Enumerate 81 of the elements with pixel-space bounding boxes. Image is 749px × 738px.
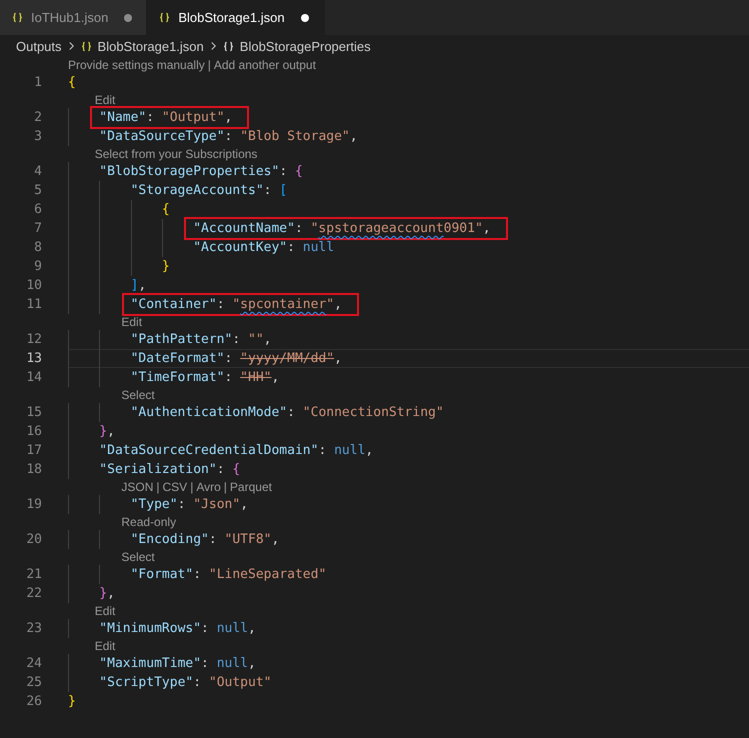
line-number: 10 xyxy=(25,278,42,293)
braces-icon xyxy=(222,40,234,52)
code-line: "Name": "Output", xyxy=(99,110,232,125)
code-line: "Format": "LineSeparated" xyxy=(130,567,326,582)
line-number: 26 xyxy=(25,694,42,709)
code-line: { xyxy=(162,202,170,217)
code-lens-link[interactable]: Read-only xyxy=(121,515,176,529)
code-line: "ScriptType": "Output" xyxy=(99,675,272,690)
breadcrumb-item[interactable]: Outputs xyxy=(16,38,62,54)
line-number: 18 xyxy=(25,462,42,477)
code-lens-link[interactable]: Edit xyxy=(121,315,142,329)
line-number: 19 xyxy=(25,497,42,512)
code-line: "AccountKey": null xyxy=(193,240,334,255)
line-number: 22 xyxy=(25,586,42,601)
code-lens-link[interactable]: Edit xyxy=(94,93,116,107)
code-line: "Container": "spcontainer", xyxy=(130,297,342,312)
line-number: 8 xyxy=(33,240,42,255)
code-lens-link[interactable]: Edit xyxy=(94,604,116,618)
code-lens-link[interactable]: Select xyxy=(121,550,155,564)
line-number: 21 xyxy=(25,567,42,582)
code-line: "DateFormat": "yyyy/MM/dd", xyxy=(130,351,342,366)
json-file-icon xyxy=(159,12,170,23)
breadcrumb-item[interactable]: BlobStorageProperties xyxy=(222,38,371,54)
line-number: 15 xyxy=(25,405,42,420)
code-lens-link[interactable]: Select xyxy=(121,388,155,402)
code-line: "DataSourceType": "Blob Storage", xyxy=(99,129,358,144)
code-line: "AccountName": "spstorageaccount0901", xyxy=(193,221,491,236)
code-line: "BlobStorageProperties": { xyxy=(99,164,303,179)
line-number: 24 xyxy=(25,656,42,671)
lens-separator: | xyxy=(224,480,227,494)
code-line: "Serialization": { xyxy=(99,462,240,477)
editor-tab[interactable]: IoTHub1.json xyxy=(0,0,146,35)
lens-separator: | xyxy=(208,58,211,72)
code-lens-link[interactable]: Select from your Subscriptions xyxy=(94,147,258,161)
code-lens-link[interactable]: Edit xyxy=(94,639,116,653)
json-file-icon xyxy=(80,40,92,52)
json-file-icon xyxy=(12,12,23,23)
code-line: } xyxy=(68,694,76,709)
line-number: 9 xyxy=(33,259,42,274)
line-number: 11 xyxy=(25,297,42,312)
code-line: "Type": "Json", xyxy=(130,497,248,512)
chevron-right-icon xyxy=(68,41,75,51)
code-line: } xyxy=(162,259,170,274)
line-number: 17 xyxy=(25,443,42,458)
line-number: 7 xyxy=(33,221,42,236)
line-number: 5 xyxy=(33,183,42,198)
editor-tab[interactable]: BlobStorage1.json xyxy=(146,0,325,35)
code-line: "StorageAccounts": [ xyxy=(130,183,288,198)
code-lens-link[interactable]: JSON xyxy=(121,480,154,494)
code-line: }, xyxy=(99,586,115,601)
code-lens-link[interactable]: CSV xyxy=(162,480,188,494)
line-number: 6 xyxy=(33,202,42,217)
code-line: ], xyxy=(130,278,146,293)
lens-separator: | xyxy=(156,480,160,494)
line-number: 14 xyxy=(25,370,42,385)
code-lens-link[interactable]: Add another output xyxy=(214,58,316,72)
code-line: { xyxy=(68,75,76,90)
code-line: "Encoding": "UTF8", xyxy=(130,532,280,547)
code-line: "MaximumTime": null, xyxy=(99,656,256,671)
line-number: 25 xyxy=(25,675,42,690)
chevron-right-icon xyxy=(210,41,217,51)
line-number: 12 xyxy=(25,332,42,347)
line-number: 1 xyxy=(33,75,42,90)
line-number: 16 xyxy=(25,424,42,439)
code-line: "MinimumRows": null, xyxy=(99,621,256,636)
line-number: 13 xyxy=(25,351,42,366)
line-number: 23 xyxy=(25,621,42,636)
code-lens-link[interactable]: Avro xyxy=(196,480,221,494)
line-number: 3 xyxy=(33,129,42,144)
lens-separator: | xyxy=(190,480,194,494)
code-line: "TimeFormat": "HH", xyxy=(130,370,280,385)
code-line: "PathPattern": "", xyxy=(130,332,272,347)
breadcrumb-item[interactable]: BlobStorage1.json xyxy=(80,38,204,54)
code-lens-link[interactable]: Provide settings manually xyxy=(68,58,205,72)
line-number: 20 xyxy=(25,532,42,547)
code-line: "AuthenticationMode": "ConnectionString" xyxy=(130,405,444,420)
line-number: 4 xyxy=(33,164,42,179)
line-number: 2 xyxy=(33,110,42,125)
code-line: "DataSourceCredentialDomain": null, xyxy=(99,443,374,458)
code-line: }, xyxy=(99,424,115,439)
code-lens-link[interactable]: Parquet xyxy=(230,480,272,494)
